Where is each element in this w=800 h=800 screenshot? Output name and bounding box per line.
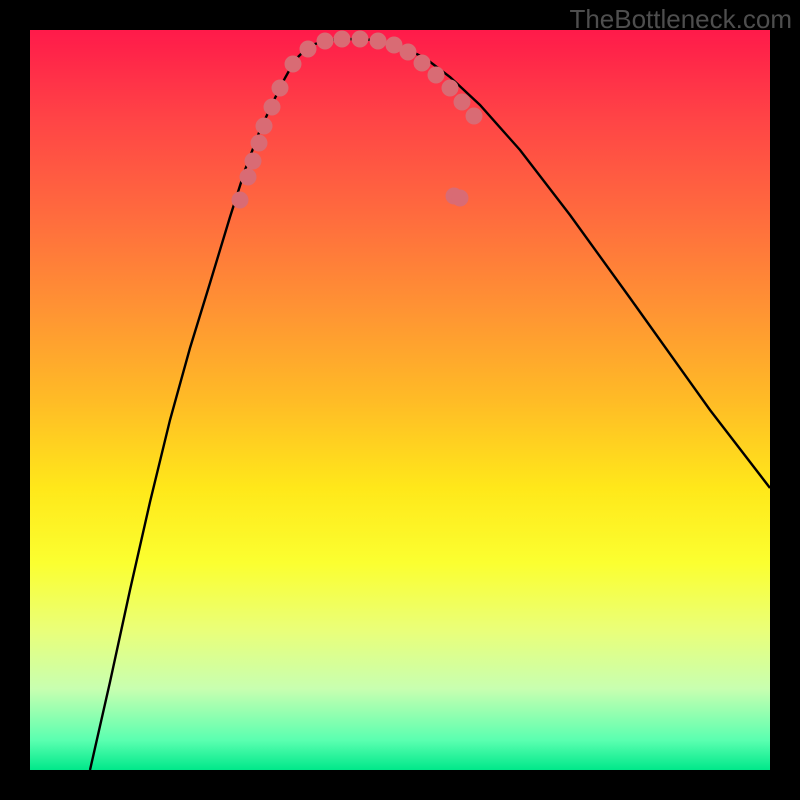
data-marker [251, 135, 268, 152]
data-marker [256, 118, 273, 135]
data-marker [285, 56, 302, 73]
plot-area [30, 30, 770, 770]
data-marker [240, 169, 257, 186]
data-marker [300, 41, 317, 58]
data-marker [428, 67, 445, 84]
marker-group [232, 31, 483, 209]
data-marker [370, 33, 387, 50]
data-marker [334, 31, 351, 48]
data-marker [454, 94, 471, 111]
data-marker [264, 99, 281, 116]
data-marker [272, 80, 289, 97]
bottleneck-curve [90, 39, 770, 770]
data-marker [352, 31, 369, 48]
data-marker [414, 55, 431, 72]
chart-frame: TheBottleneck.com [0, 0, 800, 800]
data-marker [442, 80, 459, 97]
data-marker [400, 44, 417, 61]
data-marker [466, 108, 483, 125]
curve-svg [30, 30, 770, 770]
data-marker [452, 190, 469, 207]
data-marker [232, 192, 249, 209]
data-marker [245, 153, 262, 170]
data-marker [317, 33, 334, 50]
